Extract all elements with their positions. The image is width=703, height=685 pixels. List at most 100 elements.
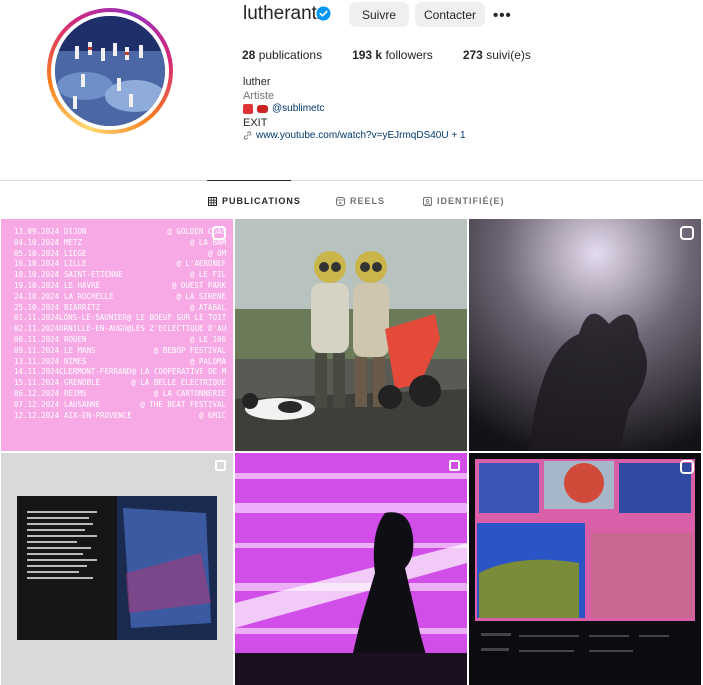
tour-city: ORNILLE-EN-AUGU xyxy=(59,324,127,334)
post-pink-silhouette[interactable] xyxy=(235,453,467,685)
tour-date-row: 07.12.2024 LAUSANNE @ THE BEAT FESTIVAL xyxy=(14,400,226,411)
tour-date: 24.10.2024 xyxy=(14,291,60,301)
tour-city: LILLE xyxy=(64,259,87,269)
avatar-border xyxy=(51,12,169,130)
tour-date: 25.10.2024 xyxy=(14,302,60,312)
followers-count[interactable]: 193 k followers xyxy=(352,48,433,62)
tour-venue: @ OUEST PARK xyxy=(171,280,226,290)
tour-date-row: 09.11.2024 LE MANS @ BEBOP FESTIVAL xyxy=(14,346,226,357)
tour-date: 07.12.2024 xyxy=(14,399,60,409)
post-collage[interactable] xyxy=(469,453,701,685)
tour-date-row: 13.11.2024 NIMES @ PALOMA xyxy=(14,357,226,368)
tour-date-row: 14.11.2024 CLERMONT-FERRAND @ LA COOPERATI… xyxy=(14,367,226,378)
external-link[interactable]: www.youtube.com/watch?v=yEJrmqDS40U + 1 xyxy=(243,130,466,141)
mention-link[interactable]: @sublimetc xyxy=(272,103,324,114)
tour-date-row: 08.11.2024 ROUEN @ LE 106 xyxy=(14,335,226,346)
house-emoji-icon xyxy=(243,103,253,114)
tour-date-row: 01.11.2024 LONS-LE-SAUNIER @ LE BOEUF SUR … xyxy=(14,313,226,324)
username: lutherantz xyxy=(243,3,327,24)
tour-venue: @ BEBOP FESTIVAL xyxy=(153,345,226,355)
tagged-icon xyxy=(423,196,432,206)
tour-date: 06.12.2024 xyxy=(14,388,60,398)
tour-date: 19.10.2024 xyxy=(14,280,60,290)
profile-stats: 28 publications 193 k followers 273 suiv… xyxy=(242,48,561,62)
booklet-image xyxy=(1,453,233,685)
tour-date-row: 16.10.2024 LILLE @ L'AERONEF xyxy=(14,259,226,270)
tour-date: 18.10.2024 xyxy=(14,270,60,280)
tour-city: LIEGE xyxy=(64,248,87,258)
tour-venue: @ 6MIC xyxy=(198,410,226,420)
tour-date: 16.10.2024 xyxy=(14,259,60,269)
follow-button[interactable]: Suivre xyxy=(349,2,409,27)
tour-venue: @ THE BEAT FESTIVAL xyxy=(140,399,226,409)
link-icon xyxy=(243,131,252,140)
tour-date-row: 19.10.2024 LE HAVRE @ OUEST PARK xyxy=(14,281,226,292)
tabs-divider xyxy=(0,180,703,181)
tour-city: REIMS xyxy=(64,388,87,398)
tour-city: ROUEN xyxy=(64,334,87,344)
following-count-label: suivi(e)s xyxy=(486,48,531,62)
tour-date-row: 24.10.2024 LA ROCHELLE @ LA SIRENE xyxy=(14,292,226,303)
tour-date: 13.11.2024 xyxy=(14,356,60,366)
avatar[interactable] xyxy=(55,16,165,126)
tab-reels-label: REELS xyxy=(350,196,386,206)
tour-date-row: 25.10.2024 BIARRITZ @ ATABAL xyxy=(14,303,226,314)
tab-reels[interactable]: REELS xyxy=(336,196,385,206)
tab-tagged[interactable]: IDENTIFIÉ(E) xyxy=(423,196,505,206)
tour-date-row: 06.12.2024 REIMS @ LA CARTONNERIE xyxy=(14,389,226,400)
grid-icon xyxy=(208,196,217,206)
more-options-icon[interactable]: ••• xyxy=(493,7,512,24)
tour-date: 01.11.2024 xyxy=(14,313,60,323)
tour-city: LAUSANNE xyxy=(64,399,101,409)
tour-city: LE HAVRE xyxy=(64,280,101,290)
tour-dates-list: 13.09.2024 DIJON @ GOLDEN COAS 04.10.2024 ME… xyxy=(14,227,226,421)
profile-avatar-ring[interactable] xyxy=(47,8,173,134)
tour-venue: @ OM xyxy=(207,248,226,258)
post-booklet[interactable] xyxy=(1,453,233,685)
tour-venue: @ PALOMA xyxy=(189,356,226,366)
collage-image xyxy=(469,453,701,685)
tour-venue: @ LA CARTONNERIE xyxy=(153,388,226,398)
tour-date-row: 02.11.2024 ORNILLE-EN-AUGU @LES Z'ECLECTIQ… xyxy=(14,324,226,335)
tour-city: AIX-EN-PROVENCE xyxy=(64,410,132,420)
tour-city: SAINT-ETIENNE xyxy=(64,270,123,280)
following-count[interactable]: 273 suivi(e)s xyxy=(463,48,531,62)
phone-emoji-icon xyxy=(257,104,268,113)
post-masked-duo[interactable] xyxy=(235,219,467,451)
tour-date: 13.09.2024 xyxy=(14,227,60,236)
tour-city: LA ROCHELLE xyxy=(64,291,114,301)
tour-city: LE MANS xyxy=(64,345,96,355)
tour-city: LONS-LE-SAUNIER xyxy=(59,313,127,323)
tour-date: 14.11.2024 xyxy=(14,367,60,377)
tab-publications[interactable]: PUBLICATIONS xyxy=(208,196,301,206)
tour-venue: @ LE 106 xyxy=(189,334,226,344)
bio-text: EXIT xyxy=(243,117,268,129)
posts-count: 28 publications xyxy=(242,48,322,62)
tour-city: NIMES xyxy=(64,356,87,366)
tour-date: 04.10.2024 xyxy=(14,237,60,247)
tour-city: DIJON xyxy=(64,227,87,236)
category-label: Artiste xyxy=(243,90,275,102)
post-shadow-photo[interactable] xyxy=(469,219,701,451)
tour-date: 02.11.2024 xyxy=(14,324,60,334)
tour-venue: @ LA BELLE ELECTRIQUE xyxy=(131,378,226,388)
contact-button[interactable]: Contacter xyxy=(415,2,485,27)
full-name: luther xyxy=(243,76,271,88)
tour-venue: @ L'AERONEF xyxy=(176,259,226,269)
tour-date-row: 18.10.2024 SAINT-ETIENNE @ LE FIL xyxy=(14,270,226,281)
post-tour-dates[interactable]: 13.09.2024 DIJON @ GOLDEN COAS 04.10.2024 ME… xyxy=(1,219,233,451)
reels-icon xyxy=(336,196,345,206)
carousel-icon xyxy=(449,460,460,471)
tour-date: 08.11.2024 xyxy=(14,334,60,344)
followers-count-label: followers xyxy=(385,48,433,62)
tour-venue: @ LE FIL xyxy=(189,270,226,280)
carousel-icon xyxy=(215,460,226,471)
tour-date: 15.11.2024 xyxy=(14,378,60,388)
tab-tagged-label: IDENTIFIÉ(E) xyxy=(437,196,505,206)
tour-date: 12.12.2024 xyxy=(14,410,60,420)
reel-icon xyxy=(680,226,694,240)
tour-venue: @ ATABAL xyxy=(189,302,226,312)
tour-venue: @ LE BOEUF SUR LE TOIT xyxy=(126,313,226,323)
shadow-photo-image xyxy=(469,219,701,451)
tour-date-row: 12.12.2024 AIX-EN-PROVENCE @ 6MIC xyxy=(14,411,226,422)
